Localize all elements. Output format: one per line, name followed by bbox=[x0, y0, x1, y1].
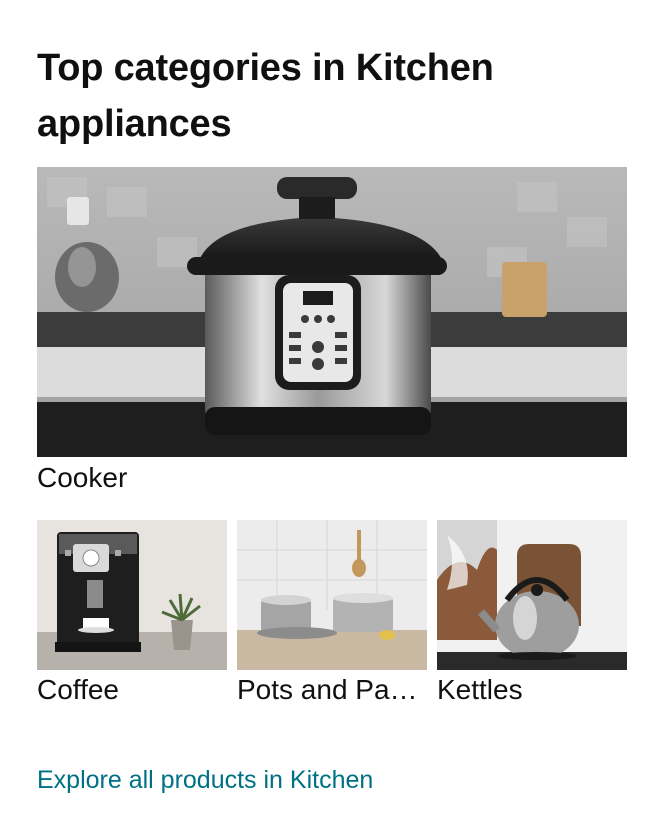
category-tile-cooker[interactable]: Cooker bbox=[37, 167, 627, 495]
category-label: Kettles bbox=[437, 674, 523, 705]
explore-all-link[interactable]: Explore all products in Kitchen bbox=[37, 763, 373, 797]
category-label: Pots and Pa… bbox=[237, 674, 418, 705]
steel-kettle-image bbox=[437, 520, 627, 670]
category-label: Cooker bbox=[37, 462, 128, 493]
coffee-machine-image bbox=[37, 520, 227, 670]
pressure-cooker-image bbox=[37, 167, 627, 457]
category-tile-coffee[interactable]: Coffee bbox=[37, 520, 227, 707]
category-tile-kettles[interactable]: Kettles bbox=[437, 520, 627, 707]
card-title: Top categories in Kitchen appliances bbox=[37, 47, 494, 145]
category-tile-pots-and-pans[interactable]: Pots and Pa… bbox=[237, 520, 427, 707]
cookware-pots-image bbox=[237, 520, 427, 670]
kitchen-categories-card: Top categories in Kitchen appliances Coo… bbox=[0, 0, 666, 838]
category-label: Coffee bbox=[37, 674, 119, 705]
